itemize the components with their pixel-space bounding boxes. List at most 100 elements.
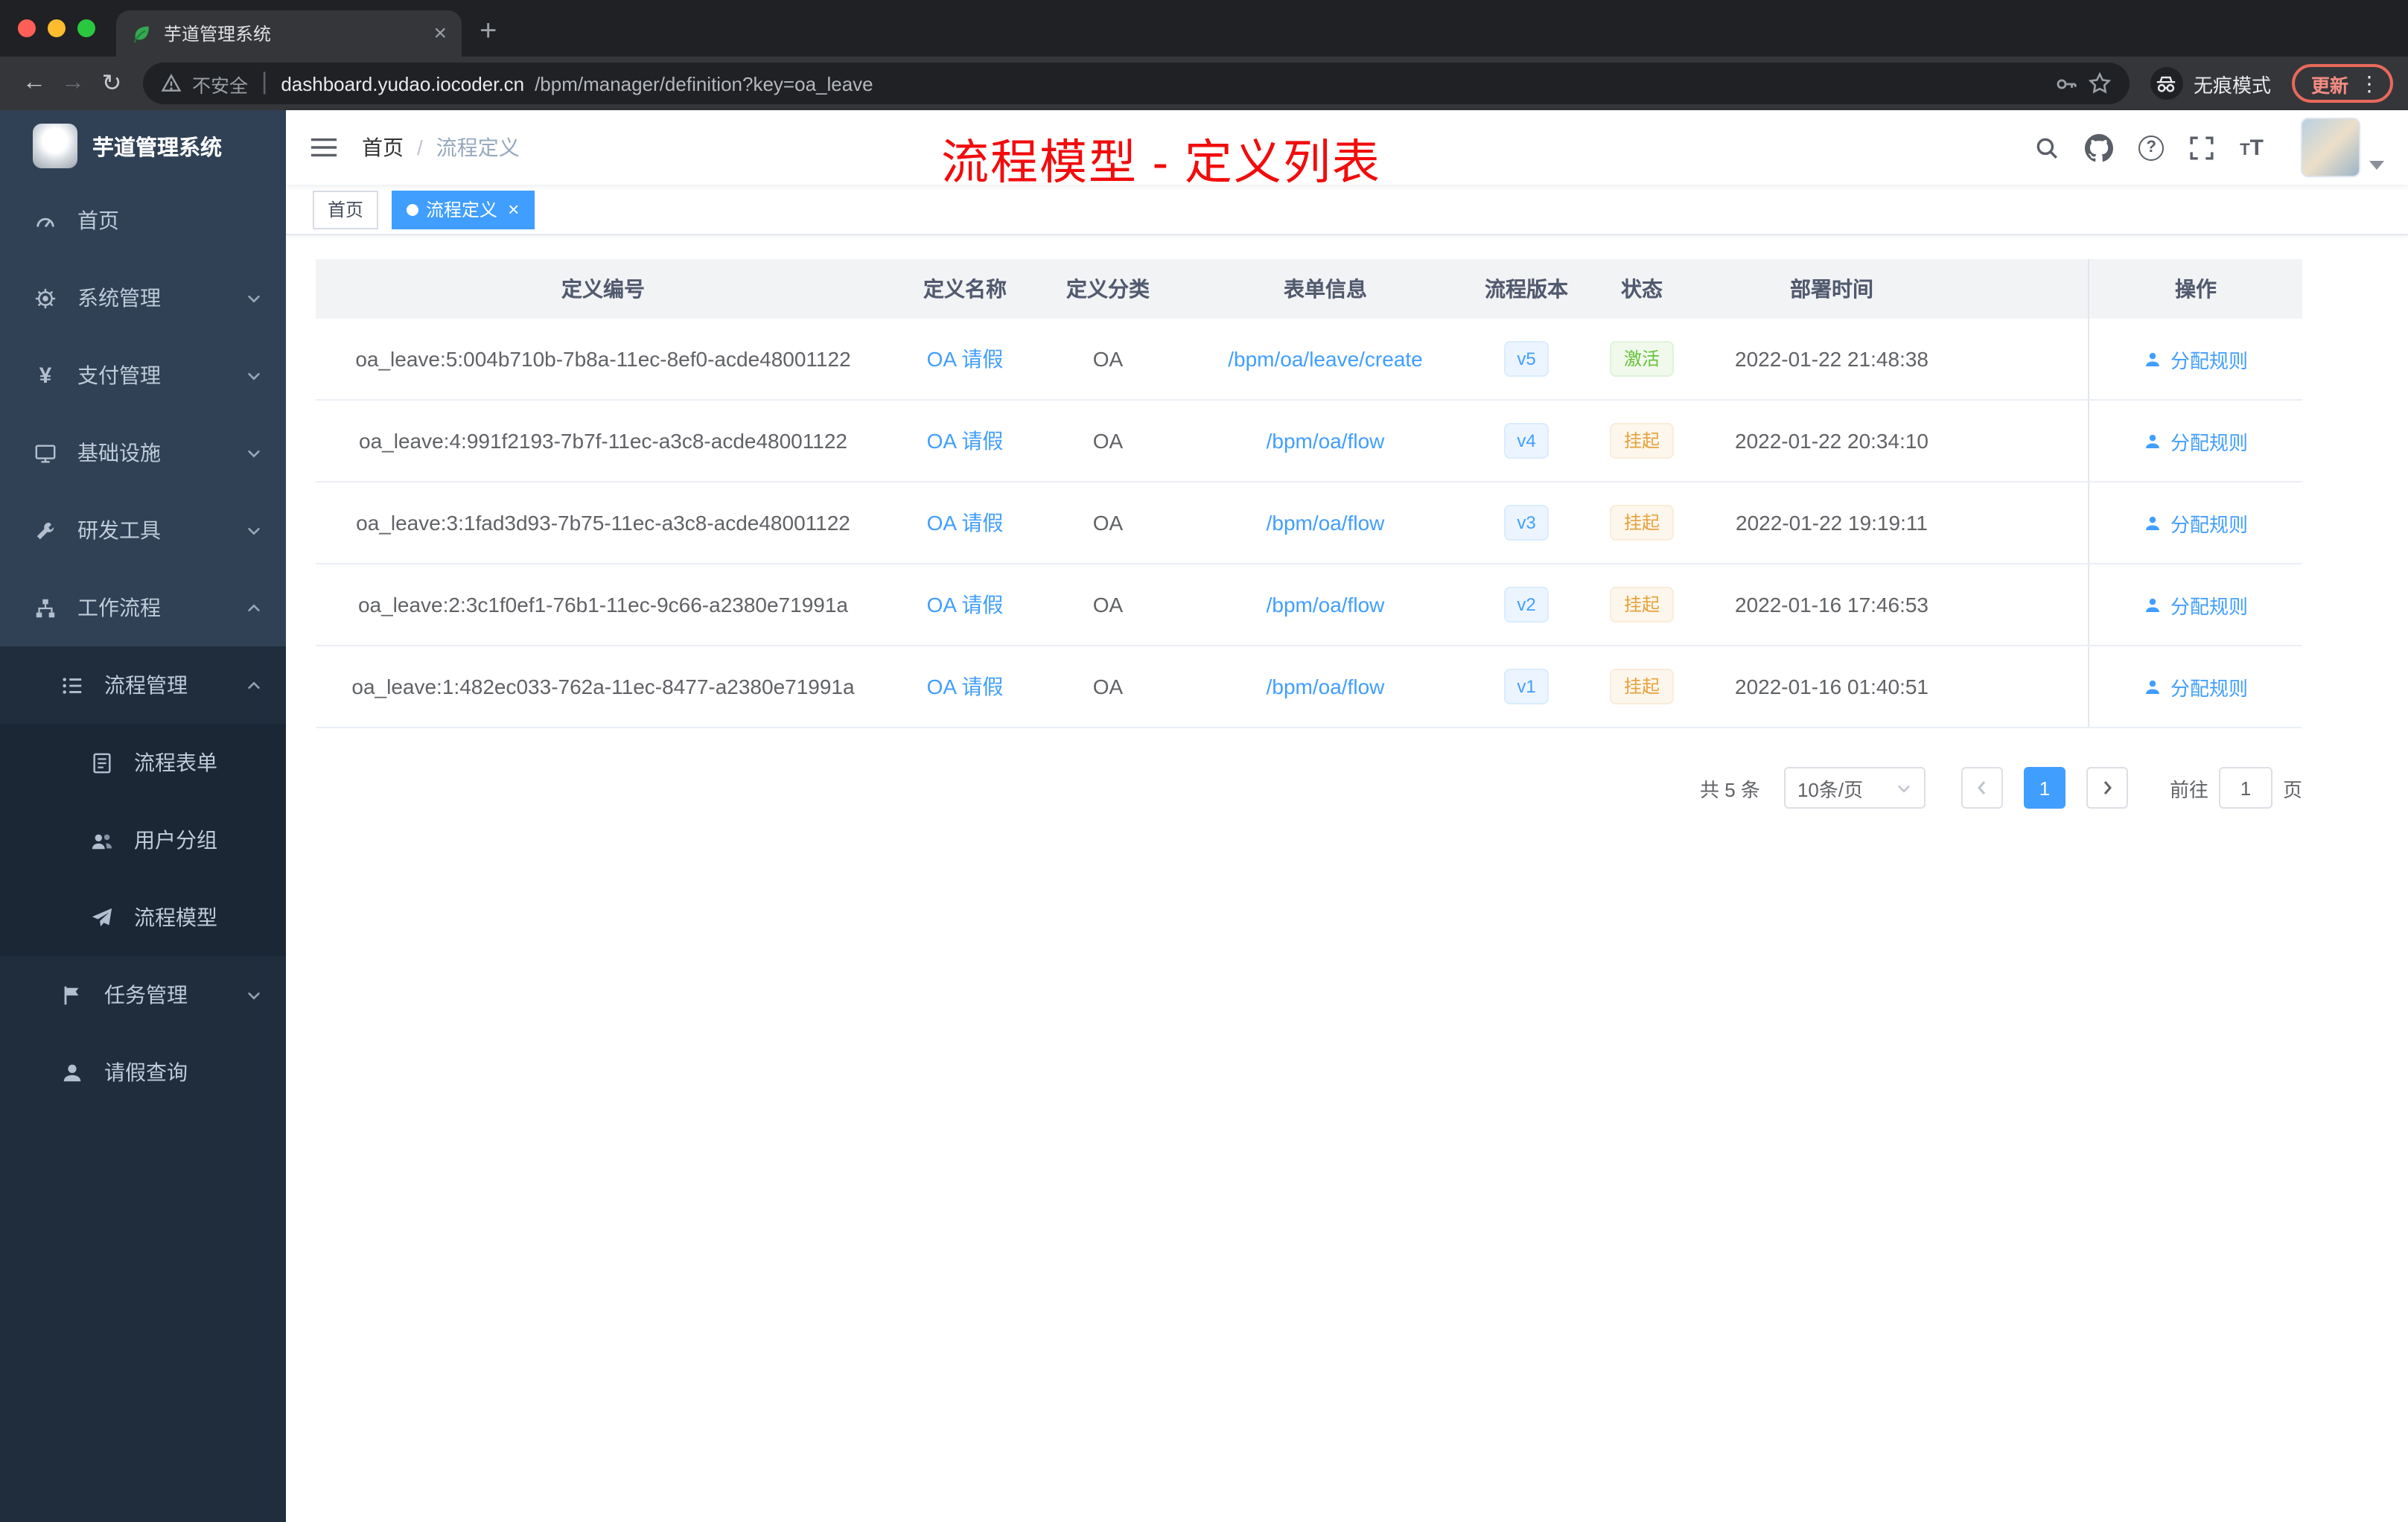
font-size-icon[interactable]: TT [2240,135,2264,160]
prev-page-button[interactable] [1961,767,2003,809]
bookmark-star-icon[interactable] [2088,71,2112,95]
table-row: oa_leave:5:004b710b-7b8a-11ec-8ef0-acde4… [316,319,2302,401]
tag-label: 流程定义 [426,200,498,220]
status-tag: 挂起 [1610,423,1673,459]
back-icon[interactable]: ← [15,70,54,97]
sidebar-item-system-management[interactable]: 系统管理 [0,259,286,337]
page-number-button[interactable]: 1 [2023,767,2065,809]
sidebar-item-payment-management[interactable]: ¥ 支付管理 [0,337,286,414]
security-label[interactable]: 不安全 [192,69,248,98]
form-link[interactable]: /bpm/oa/flow [1267,675,1385,698]
github-icon[interactable] [2085,133,2114,162]
app-title: 芋道管理系统 [92,136,222,160]
browser-titlebar: 芋道管理系统 × + [0,0,2408,57]
breadcrumb: 首页 / 流程定义 [362,133,520,162]
sidebar-item-user-group[interactable]: 用户分组 [0,801,286,879]
row-spacer [1958,401,2088,481]
deploy-time: 2022-01-22 21:48:38 [1735,347,1928,371]
update-label[interactable]: 更新 [2311,69,2348,98]
chevron-down-icon [1898,784,1910,792]
deploy-time: 2022-01-16 01:40:51 [1735,675,1928,698]
form-link[interactable]: /bpm/oa/leave/create [1228,347,1423,371]
definition-category: OA [1092,511,1124,535]
sidebar: 芋道管理系统 首页 系统管理 ¥ 支付管理 基础设施 研发工具 工作流程 流程管… [0,110,286,1522]
sidebar-item-label: 流程管理 [104,673,188,697]
user-menu[interactable] [2301,118,2384,177]
definition-table: 定义编号 定义名称 定义分类 表单信息 流程版本 状态 部署时间 操作 oa_l… [316,259,2302,728]
sidebar-item-process-form[interactable]: 流程表单 [0,724,286,801]
page-size-value: 10条/页 [1797,778,1864,800]
definition-name-link[interactable]: OA 请假 [927,672,1004,701]
row-spacer [1958,319,2088,399]
sidebar-item-task-management[interactable]: 任务管理 [0,956,286,1034]
sidebar-item-home[interactable]: 首页 [0,182,286,259]
caret-down-icon[interactable] [2369,161,2384,170]
tag-close-icon[interactable]: × [508,200,519,219]
deploy-time: 2022-01-22 19:19:11 [1736,511,1928,535]
version-tag: v4 [1503,423,1549,459]
sidebar-item-dev-tools[interactable]: 研发工具 [0,491,286,569]
assign-rule-label: 分配规则 [2170,677,2248,699]
tag-process-definition[interactable]: 流程定义 × [392,190,535,229]
sidebar-item-process-management[interactable]: 流程管理 [0,646,286,724]
tab-close-icon[interactable]: × [433,22,447,45]
hamburger-icon[interactable] [310,136,338,159]
form-link[interactable]: /bpm/oa/flow [1267,593,1385,617]
paper-plane-icon [89,905,115,930]
sidebar-item-label: 任务管理 [104,983,188,1007]
reload-icon[interactable]: ↻ [92,69,131,98]
page-goto-input[interactable] [2218,767,2272,809]
definition-name-link[interactable]: OA 请假 [927,590,1004,620]
search-icon[interactable] [2034,135,2060,160]
sidebar-item-label: 支付管理 [77,363,161,387]
sidebar-item-leave-query[interactable]: 请假查询 [0,1034,286,1111]
next-page-button[interactable] [2086,767,2128,809]
user-avatar[interactable] [2301,118,2360,177]
column-spacer [1958,259,2088,319]
logo-avatar [33,124,77,168]
form-link[interactable]: /bpm/oa/flow [1267,429,1385,453]
assign-rule-link[interactable]: 分配规则 [2144,672,2248,701]
new-tab-button[interactable]: + [480,16,497,46]
browser-menu-icon[interactable]: ⋮ [2359,73,2380,94]
password-key-icon[interactable] [2055,72,2077,95]
column-header: 表单信息 [1284,277,1367,301]
table-row: oa_leave:1:482ec033-762a-11ec-8477-a2380… [316,646,2302,728]
goto-unit-label: 页 [2282,778,2302,800]
window-controls [0,0,116,57]
form-link[interactable]: /bpm/oa/flow [1267,511,1385,535]
sidebar-item-process-model[interactable]: 流程模型 [0,879,286,956]
assign-rule-link[interactable]: 分配规则 [2144,427,2248,455]
sidebar-item-workflow[interactable]: 工作流程 [0,569,286,646]
address-bar[interactable]: 不安全 | dashboard.yudao.iocoder.cn /bpm/ma… [143,63,2130,104]
update-chip[interactable]: 更新 ⋮ [2291,64,2393,103]
chevron-down-icon [246,987,262,1003]
not-secure-warning-icon[interactable] [161,73,182,94]
page-size-select[interactable]: 10条/页 [1783,767,1926,809]
definition-name-link[interactable]: OA 请假 [927,508,1004,538]
assign-rule-link[interactable]: 分配规则 [2144,345,2248,373]
forward-icon[interactable]: → [54,70,92,97]
assign-rule-link[interactable]: 分配规则 [2144,509,2248,537]
sidebar-item-infrastructure[interactable]: 基础设施 [0,414,286,491]
assign-rule-label: 分配规则 [2170,513,2248,535]
definition-id: oa_leave:4:991f2193-7b7f-11ec-a3c8-acde4… [359,429,847,453]
person-icon [60,1060,85,1085]
definition-name-link[interactable]: OA 请假 [927,344,1004,374]
dashboard-icon [33,208,58,233]
tag-home[interactable]: 首页 [313,190,379,229]
fullscreen-icon[interactable] [2189,135,2214,160]
breadcrumb-home[interactable]: 首页 [362,133,404,162]
sidebar-logo[interactable]: 芋道管理系统 [0,110,286,182]
close-window-button[interactable] [18,19,36,37]
definition-name-link[interactable]: OA 请假 [927,426,1004,456]
help-icon[interactable]: ? [2138,135,2165,160]
sidebar-item-label: 流程表单 [134,751,217,774]
incognito-icon [2150,67,2183,100]
zoom-window-button[interactable] [77,19,95,37]
app-window: 芋道管理系统 首页 系统管理 ¥ 支付管理 基础设施 研发工具 工作流程 流程管… [0,110,2408,1522]
assign-rule-link[interactable]: 分配规则 [2144,590,2248,619]
browser-tab[interactable]: 芋道管理系统 × [116,10,462,57]
minimize-window-button[interactable] [48,19,66,37]
chevron-down-icon [246,445,262,461]
